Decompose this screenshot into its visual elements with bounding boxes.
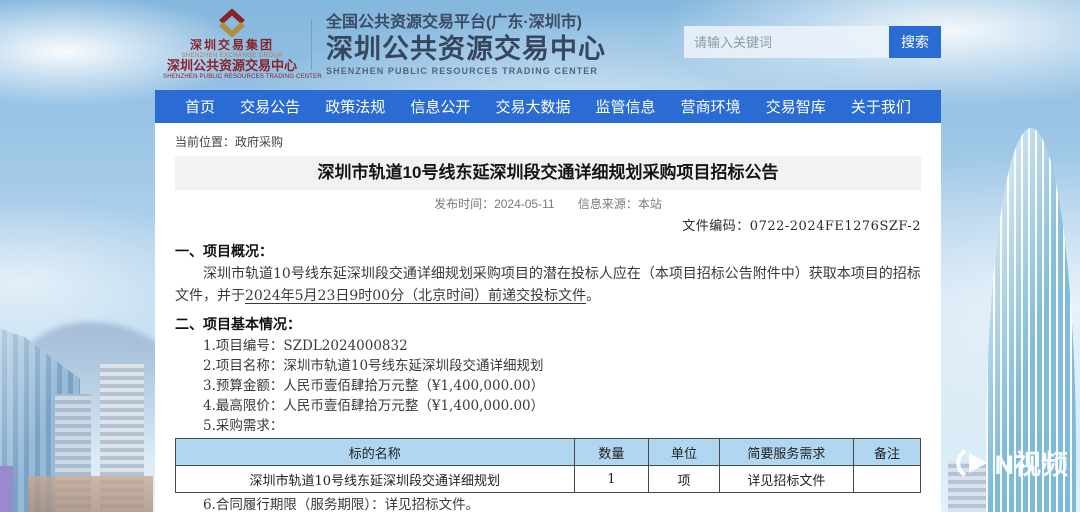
- budget-amount: 3.预算金额：人民币壹佰肆拾万元整（¥1,400,000.00）: [175, 379, 921, 394]
- play-icon: [956, 446, 990, 480]
- section-2-heading: 二、项目基本情况：: [175, 314, 921, 334]
- publish-date: 发布时间：2024-05-11: [434, 197, 555, 211]
- cell-subject-name: 深圳市轨道10号线东延深圳段交通详细规划: [176, 466, 575, 493]
- max-price: 4.最高限价：人民币壹佰肆拾万元整（¥1,400,000.00）: [175, 399, 921, 414]
- col-remarks: 备注: [853, 439, 920, 466]
- search-box: 搜索: [684, 26, 941, 58]
- content-area: 当前位置：政府采购 深圳市轨道10号线东延深圳段交通详细规划采购项目招标公告 发…: [155, 123, 941, 512]
- site-titles: 全国公共资源交易平台(广东·深圳市) 深圳公共资源交易中心 SHENZHEN P…: [326, 13, 606, 77]
- project-number: 1.项目编号：SZDL2024000832: [175, 339, 921, 354]
- nav-item-policies[interactable]: 政策法规: [325, 96, 385, 117]
- col-subject-name: 标的名称: [176, 439, 575, 466]
- section-1-heading: 一、项目概况：: [175, 241, 921, 261]
- city-skyline-left: [0, 0, 155, 512]
- col-quantity: 数量: [574, 439, 649, 466]
- logo-center-name-en: SHENZHEN PUBLIC RESOURCES TRADING CENTER: [163, 74, 301, 81]
- project-name: 2.项目名称：深圳市轨道10号线东延深圳段交通详细规划: [175, 359, 921, 374]
- search-input[interactable]: [684, 26, 889, 58]
- platform-title: 全国公共资源交易平台(广东·深圳市): [326, 13, 606, 32]
- col-unit: 单位: [649, 439, 720, 466]
- site-header: 深圳交易集团 SHENZHEN EXCHANGE GROUP 深圳公共资源交易中…: [155, 0, 941, 90]
- building-accent: [0, 466, 13, 512]
- logo-center-name: 深圳公共资源交易中心: [163, 59, 301, 74]
- procurement-demand: 5.采购需求：: [175, 419, 921, 434]
- cell-remarks: [853, 466, 920, 493]
- search-button[interactable]: 搜索: [889, 26, 941, 58]
- nav-item-about-us[interactable]: 关于我们: [851, 96, 911, 117]
- nav-item-business-env[interactable]: 营商环境: [681, 96, 741, 117]
- table-header-row: 标的名称 数量 单位 简要服务需求 备注: [176, 439, 921, 466]
- table-row: 深圳市轨道10号线东延深圳段交通详细规划 1 项 详见招标文件: [176, 466, 921, 493]
- breadcrumb[interactable]: 当前位置：政府采购: [175, 123, 921, 150]
- section-1-paragraph: 深圳市轨道10号线东延深圳段交通详细规划采购项目的潜在投标人应在（本项目招标公告…: [175, 263, 921, 307]
- diamond-logo-icon: [213, 9, 251, 37]
- article-body: 一、项目概况： 深圳市轨道10号线东延深圳段交通详细规划采购项目的潜在投标人应在…: [175, 241, 921, 512]
- page-container: 深圳交易集团 SHENZHEN EXCHANGE GROUP 深圳公共资源交易中…: [155, 0, 941, 512]
- nav-item-home[interactable]: 首页: [185, 96, 215, 117]
- nav-item-supervision[interactable]: 监管信息: [596, 96, 656, 117]
- nav-item-big-data[interactable]: 交易大数据: [495, 96, 570, 117]
- watermark-text: N视频: [995, 443, 1069, 482]
- section-1-tail: 。: [586, 288, 600, 304]
- video-watermark: N视频: [956, 443, 1069, 482]
- document-code: 文件编码：0722-2024FE1276SZF-2: [175, 215, 921, 234]
- building-lowrise: [28, 476, 153, 512]
- article-title: 深圳市轨道10号线东延深圳段交通详细规划采购项目招标公告: [175, 156, 921, 190]
- nav-item-info-disclosure[interactable]: 信息公开: [410, 96, 470, 117]
- col-service-brief: 简要服务需求: [719, 439, 853, 466]
- site-title-en: SHENZHEN PUBLIC RESOURCES TRADING CENTER: [326, 66, 606, 77]
- deadline-underlined: 2024年5月23日9时00分（北京时间）前递交投标文件: [245, 288, 586, 304]
- info-source: 信息来源：本站: [578, 197, 662, 211]
- article-meta: 发布时间：2024-05-11 信息来源：本站: [175, 195, 921, 212]
- nav-item-think-tank[interactable]: 交易智库: [766, 96, 826, 117]
- site-logo[interactable]: 深圳交易集团 SHENZHEN EXCHANGE GROUP 深圳公共资源交易中…: [163, 9, 301, 82]
- site-title: 深圳公共资源交易中心: [326, 33, 606, 65]
- header-divider: [311, 20, 312, 70]
- procurement-table: 标的名称 数量 单位 简要服务需求 备注 深圳市轨道10号线东延深圳段交通详细规…: [175, 438, 921, 493]
- contract-term: 6.合同履行期限（服务期限）：详见招标文件。: [175, 498, 921, 512]
- main-nav: 首页 交易公告 政策法规 信息公开 交易大数据 监管信息 营商环境 交易智库 关…: [155, 90, 941, 123]
- cell-unit: 项: [649, 466, 720, 493]
- cell-quantity: 1: [574, 466, 649, 493]
- logo-group-name: 深圳交易集团: [163, 39, 301, 53]
- cell-service-brief: 详见招标文件: [719, 466, 853, 493]
- nav-item-announcements[interactable]: 交易公告: [240, 96, 300, 117]
